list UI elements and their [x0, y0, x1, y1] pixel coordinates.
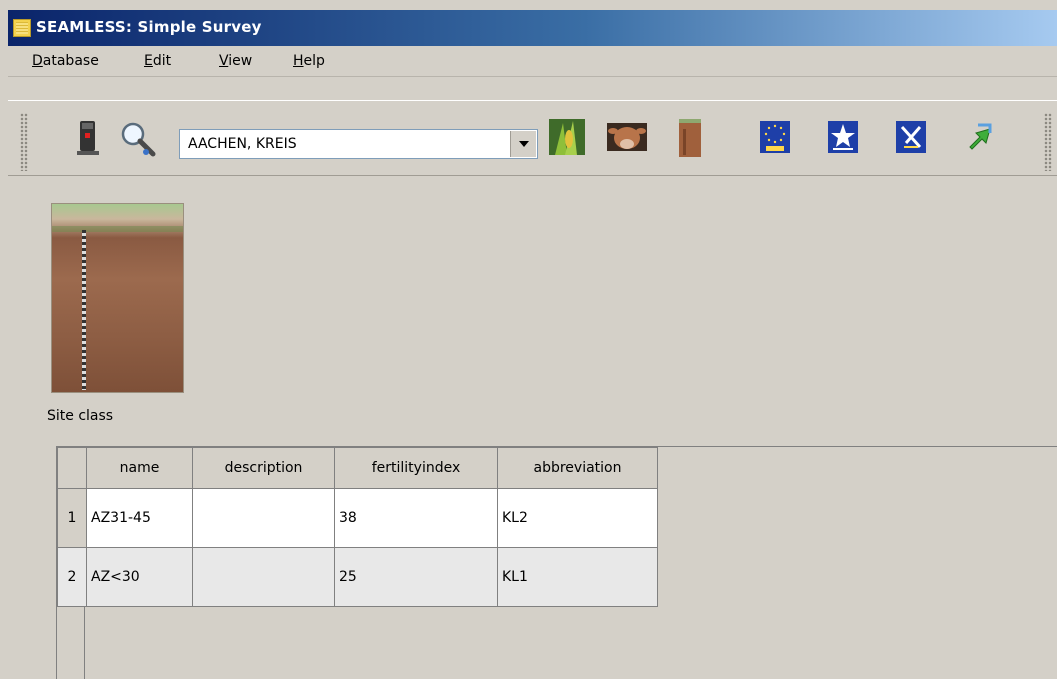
menu-help-label: elp	[303, 53, 325, 69]
title-bar[interactable]: SEAMLESS: Simple Survey	[8, 10, 1057, 46]
site-class-table: name description fertilityindex abbrevia…	[56, 446, 1057, 679]
soil-profile-icon[interactable]	[675, 119, 709, 157]
app-window: SEAMLESS: Simple Survey Database Edit Vi…	[8, 10, 1057, 679]
eu-cap-icon[interactable]	[758, 119, 792, 155]
crop-icon[interactable]	[549, 119, 585, 155]
app-icon	[13, 19, 31, 37]
menu-view-mnemonic: V	[219, 53, 229, 69]
chevron-down-icon[interactable]	[510, 131, 536, 157]
table-row[interactable]: 2 AZ<30 25 KL1	[57, 547, 658, 607]
menu-view-label: iew	[228, 53, 253, 69]
green-arrow-icon[interactable]	[964, 119, 998, 155]
menu-help-mnemonic: H	[293, 53, 304, 69]
column-header-fertilityindex[interactable]: fertilityindex	[334, 447, 498, 489]
menu-edit-label: dit	[152, 53, 172, 69]
data-grid: name description fertilityindex abbrevia…	[57, 447, 658, 607]
column-header-description[interactable]: description	[192, 447, 335, 489]
menu-database-label: atabase	[42, 53, 99, 69]
toolbar-grip-right[interactable]	[1044, 113, 1052, 171]
table-header-row: name description fertilityindex abbrevia…	[57, 447, 658, 489]
table-row[interactable]: 1 AZ31-45 38 KL2	[57, 488, 658, 548]
column-header-abbreviation[interactable]: abbreviation	[497, 447, 658, 489]
column-header-name[interactable]: name	[86, 447, 193, 489]
toolbar-grip-left[interactable]	[20, 113, 28, 171]
toolbar: AACHEN, KREIS	[8, 100, 1057, 176]
cell-fertilityindex[interactable]: 38	[334, 488, 498, 548]
menu-view[interactable]: View	[219, 53, 252, 69]
menu-database[interactable]: Database	[32, 53, 99, 69]
cell-name[interactable]: AZ<30	[86, 547, 193, 607]
region-select[interactable]: AACHEN, KREIS	[179, 129, 538, 159]
row-header[interactable]: 2	[57, 547, 87, 607]
row-header-strip	[57, 607, 85, 679]
row-header[interactable]: 1	[57, 488, 87, 548]
database-icon[interactable]	[71, 119, 105, 155]
eu-star-icon[interactable]	[826, 119, 860, 155]
soil-profile-image	[51, 203, 184, 393]
menu-database-mnemonic: D	[32, 53, 43, 69]
window-title: SEAMLESS: Simple Survey	[36, 18, 262, 36]
region-select-value: AACHEN, KREIS	[188, 136, 297, 152]
menu-edit[interactable]: Edit	[144, 53, 171, 69]
cell-abbreviation[interactable]: KL1	[497, 547, 658, 607]
eu-policy-icon[interactable]	[894, 119, 928, 155]
cell-description[interactable]	[192, 547, 335, 607]
cell-abbreviation[interactable]: KL2	[497, 488, 658, 548]
menu-edit-mnemonic: E	[144, 53, 153, 69]
livestock-icon[interactable]	[607, 119, 647, 155]
table-corner[interactable]	[57, 447, 87, 489]
menu-bar: Database Edit View Help	[8, 46, 1057, 77]
menu-help[interactable]: Help	[293, 53, 325, 69]
search-icon[interactable]	[118, 119, 156, 157]
cell-description[interactable]	[192, 488, 335, 548]
cell-name[interactable]: AZ31-45	[86, 488, 193, 548]
site-class-label: Site class	[47, 408, 114, 424]
cell-fertilityindex[interactable]: 25	[334, 547, 498, 607]
